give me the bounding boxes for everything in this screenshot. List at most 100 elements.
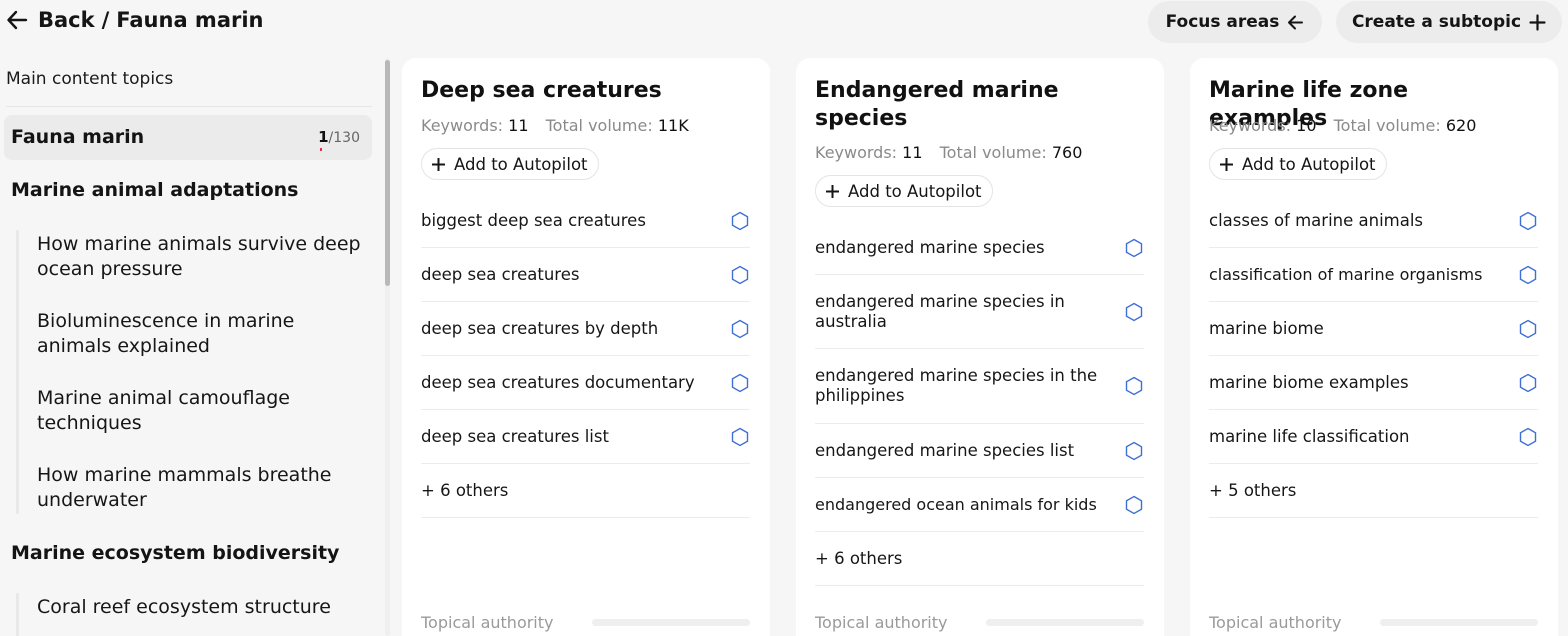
keyword-row[interactable]: endangered marine species [815,221,1144,275]
keyword-list: biggest deep sea creatures deep sea crea… [421,194,750,518]
add-to-autopilot-label: Add to Autopilot [454,154,588,174]
arrow-left-icon [1288,15,1304,29]
keyword-text: endangered marine species [815,237,1045,257]
focus-areas-label: Focus areas [1165,12,1280,32]
keyword-text: endangered ocean animals for kids [815,494,1097,514]
topic-card: Marine life zone examples Keywords: 10 T… [1190,58,1558,636]
add-to-autopilot-label: Add to Autopilot [1242,154,1376,174]
keyword-text: marine life classification [1209,426,1410,446]
keywords-value: 11 [508,116,529,135]
keywords-label: Keywords: [815,143,898,162]
hexagon-icon[interactable] [1518,211,1538,231]
count-total: /130 [328,130,360,146]
volume-value: 11K [657,116,689,135]
keyword-text: classification of marine organisms [1209,264,1483,284]
hexagon-icon[interactable] [1124,495,1144,515]
sidebar-item-count: 1/130 [318,128,360,151]
plus-icon [1529,13,1546,31]
keyword-text: marine biome [1209,318,1324,338]
keyword-text: deep sea creatures list [421,426,609,446]
keyword-text: endangered marine species in the philipp… [815,366,1098,405]
card-title[interactable]: Deep sea creatures [421,77,741,105]
keyword-row[interactable]: marine biome examples [1209,356,1538,410]
create-subtopic-button[interactable]: Create a subtopic [1336,1,1562,43]
sidebar-item-selected[interactable]: Fauna marin 1/130 [4,115,372,160]
keyword-row[interactable]: deep sea creatures documentary [421,356,750,410]
others-link[interactable]: + 6 others [421,464,750,518]
keyword-row[interactable]: biggest deep sea creatures [421,194,750,248]
add-to-autopilot-button[interactable]: Add to Autopilot [421,148,599,180]
hexagon-icon[interactable] [1124,441,1144,461]
keyword-row[interactable]: endangered ocean animals for kids [815,478,1144,532]
sidebar-scrollbar-thumb[interactable] [385,60,390,286]
add-to-autopilot-button[interactable]: Add to Autopilot [1209,148,1387,180]
hexagon-icon[interactable] [1124,302,1144,322]
sidebar-group-rail [16,230,19,514]
sidebar-heading: Main content topics [6,69,174,89]
sidebar-subtopic[interactable]: Coral reef ecosystem structure [37,595,367,620]
create-subtopic-label: Create a subtopic [1351,12,1522,32]
keyword-row[interactable]: endangered marine species in the philipp… [815,349,1144,424]
keyword-row[interactable]: deep sea creatures list [421,410,750,464]
keyword-row[interactable]: marine life classification [1209,410,1538,464]
others-link[interactable]: + 6 others [815,532,1144,586]
volume-label: Total volume: [939,143,1047,162]
plus-icon [432,157,445,171]
topical-authority-label: Topical authority [815,613,948,632]
keywords-value: 11 [902,143,923,162]
card-meta: Keywords: 11 Total volume: 760 [815,143,1082,162]
hexagon-icon[interactable] [1124,238,1144,258]
volume-value: 620 [1445,116,1477,135]
card-meta: Keywords: 10 Total volume: 620 [1209,116,1476,135]
sidebar-subtopic[interactable]: Marine animal camouflage techniques [37,386,367,435]
hexagon-icon[interactable] [1518,265,1538,285]
keyword-list: classes of marine animals classification… [1209,194,1538,518]
volume-label: Total volume: [545,116,653,135]
keyword-text: biggest deep sea creatures [421,210,646,230]
sidebar-subtopic[interactable]: How marine animals survive deep ocean pr… [37,232,367,281]
sidebar: Main content topics Fauna marin 1/130 Ma… [0,58,392,636]
topical-authority-bar [986,619,1144,626]
keyword-text: deep sea creatures documentary [421,372,695,392]
topic-card: Endangered marine species Keywords: 11 T… [796,58,1164,636]
sidebar-group-title[interactable]: Marine animal adaptations [11,179,298,201]
others-link[interactable]: + 5 others [1209,464,1538,518]
keyword-row[interactable]: endangered marine species list [815,424,1144,478]
hexagon-icon[interactable] [1124,376,1144,396]
plus-icon [826,184,839,198]
focus-areas-button[interactable]: Focus areas [1148,1,1322,43]
keyword-row[interactable]: classification of marine organisms [1209,248,1538,302]
keywords-value: 10 [1296,116,1317,135]
keyword-text: classes of marine animals [1209,210,1424,230]
sidebar-group-title[interactable]: Marine ecosystem biodiversity [11,542,339,564]
sidebar-subtopic[interactable]: Bioluminescence in marine animals explai… [37,309,367,358]
sidebar-item-label: Fauna marin [11,126,145,148]
card-title[interactable]: Endangered marine species [815,77,1135,132]
back-link[interactable]: Back [38,8,95,32]
keyword-text: endangered marine species list [815,440,1075,460]
hexagon-icon[interactable] [1518,373,1538,393]
topical-authority-label: Topical authority [421,613,554,632]
keyword-row[interactable]: endangered marine species in australia [815,275,1144,349]
hexagon-icon[interactable] [730,211,750,231]
breadcrumb-current: Fauna marin [116,8,264,32]
sidebar-subtopic[interactable]: How marine mammals breathe underwater [37,463,367,512]
keyword-row[interactable]: classes of marine animals [1209,194,1538,248]
hexagon-icon[interactable] [730,373,750,393]
hexagon-icon[interactable] [730,265,750,285]
arrow-left-icon[interactable] [6,9,28,31]
progress-tick [320,148,323,151]
volume-value: 760 [1051,143,1083,162]
hexagon-icon[interactable] [730,427,750,447]
hexagon-icon[interactable] [730,319,750,339]
keyword-row[interactable]: deep sea creatures [421,248,750,302]
volume-label: Total volume: [1333,116,1441,135]
keyword-text: endangered marine species in australia [815,291,1065,331]
card-meta: Keywords: 11 Total volume: 11K [421,116,689,135]
hexagon-icon[interactable] [1518,427,1538,447]
keyword-row[interactable]: marine biome [1209,302,1538,356]
keyword-row[interactable]: deep sea creatures by depth [421,302,750,356]
add-to-autopilot-button[interactable]: Add to Autopilot [815,175,993,207]
plus-icon [1220,157,1233,171]
hexagon-icon[interactable] [1518,319,1538,339]
